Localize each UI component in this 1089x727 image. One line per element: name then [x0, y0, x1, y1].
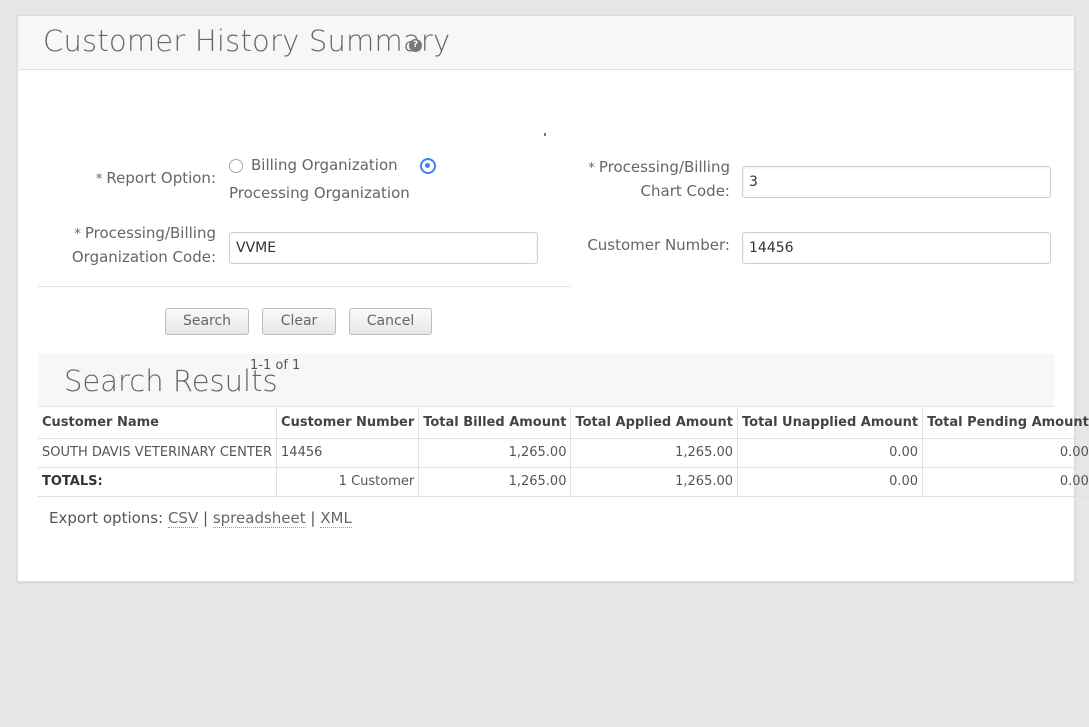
col-total-applied[interactable]: Total Applied Amount [570, 407, 739, 439]
question-icon[interactable]: ? [409, 39, 422, 52]
table-row: SOUTH DAVIS VETERINARY CENTER 14456 1,26… [38, 438, 1089, 468]
cancel-button[interactable]: Cancel [349, 308, 432, 335]
totals-applied: 1,265.00 [570, 467, 739, 497]
results-pager: 1-1 of 1 [250, 358, 301, 373]
table-header-row: Customer Name Customer Number Total Bill… [38, 407, 1089, 439]
totals-row: TOTALS: 1 Customer 1,265.00 1,265.00 0.0… [38, 467, 1089, 497]
chart-code-input[interactable]: 3 [742, 166, 1051, 198]
clear-button[interactable]: Clear [262, 308, 336, 335]
export-csv-link[interactable]: CSV [167, 509, 199, 528]
page-title: Customer History Summary [43, 24, 451, 58]
stray-mark [544, 133, 546, 136]
export-xml-link[interactable]: XML [320, 509, 352, 528]
totals-label: TOTALS: [38, 467, 278, 497]
export-spreadsheet-link[interactable]: spreadsheet [212, 509, 306, 528]
export-separator: | [203, 509, 209, 527]
export-options: Export options: CSV | spreadsheet | XML [49, 509, 352, 528]
export-label: Export options: [49, 509, 164, 527]
customer-number-input[interactable]: 14456 [742, 232, 1051, 264]
radio-processing-organization-label: Processing Organization [229, 184, 410, 202]
col-customer-name[interactable]: Customer Name [38, 407, 278, 439]
cell-customer-name: SOUTH DAVIS VETERINARY CENTER [38, 438, 278, 468]
export-separator: | [310, 509, 316, 527]
report-option-label: * Report Option: [95, 169, 216, 187]
cell-customer-number: 14456 [276, 438, 420, 468]
col-total-unapplied[interactable]: Total Unapplied Amount [737, 407, 924, 439]
cell-total-unapplied: 0.00 [737, 438, 924, 468]
results-table: Customer Name Customer Number Total Bill… [38, 407, 1089, 497]
col-customer-number[interactable]: Customer Number [276, 407, 420, 439]
form-divider [38, 286, 571, 287]
cell-total-applied: 1,265.00 [570, 438, 739, 468]
search-button[interactable]: Search [165, 308, 249, 335]
results-title: Search Results [64, 364, 278, 398]
page-header: Customer History Summary ? [18, 16, 1074, 70]
main-panel: Customer History Summary ? * Report Optio… [17, 15, 1089, 582]
totals-billed: 1,265.00 [418, 467, 572, 497]
totals-customer-count: 1 Customer [276, 467, 420, 497]
org-code-label: * Processing/Billing Organization Code: [71, 224, 216, 266]
chart-code-label: * Processing/Billing Chart Code: [588, 158, 730, 200]
results-header: Search Results 1-1 of 1 [38, 354, 1054, 407]
cell-total-billed: 1,265.00 [418, 438, 572, 468]
radio-billing-organization-label: Billing Organization [251, 156, 398, 174]
radio-billing-organization[interactable] [229, 159, 243, 173]
col-total-pending[interactable]: Total Pending Amount [922, 407, 1089, 439]
totals-pending: 0.00 [922, 467, 1089, 497]
cell-total-pending: 0.00 [922, 438, 1089, 468]
customer-number-label: Customer Number: [587, 236, 730, 254]
org-code-input[interactable]: VVME [229, 232, 538, 264]
totals-unapplied: 0.00 [737, 467, 924, 497]
col-total-billed[interactable]: Total Billed Amount [418, 407, 572, 439]
radio-processing-organization[interactable] [420, 158, 436, 174]
